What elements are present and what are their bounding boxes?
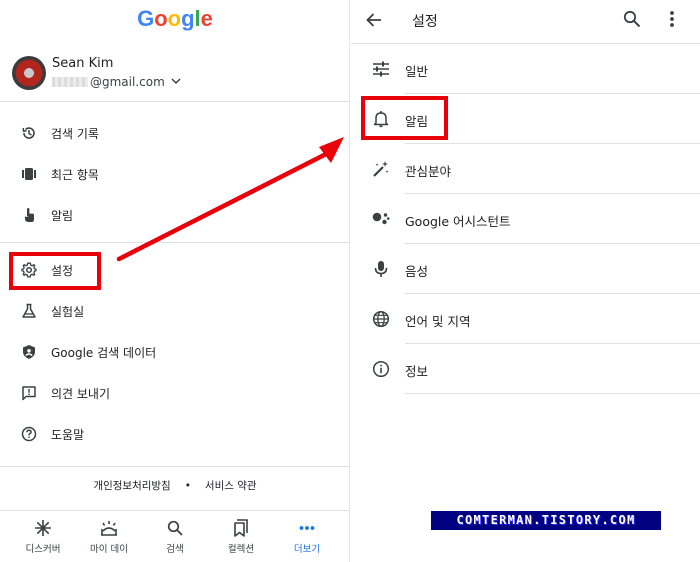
mic-icon — [371, 259, 391, 279]
globe-icon — [371, 309, 391, 329]
divider — [405, 143, 700, 144]
terms-of-service-link[interactable]: 서비스 약관 — [205, 478, 257, 493]
highlight-box-notifications — [361, 96, 448, 140]
discover-icon — [33, 518, 53, 538]
blurred-email-prefix — [52, 77, 88, 87]
account-name: Sean Kim — [52, 56, 114, 71]
nav-tab-my-day[interactable]: 마이 데이 — [76, 511, 142, 562]
divider — [405, 93, 700, 94]
page-title: 설정 — [412, 14, 438, 30]
divider — [0, 101, 350, 102]
menu-item-feedback[interactable]: 의견 보내기 — [0, 373, 350, 413]
divider — [405, 343, 700, 344]
footer-links: 개인정보처리방침 • 서비스 약관 — [0, 478, 350, 493]
help-icon — [20, 425, 38, 443]
collections-icon — [231, 518, 251, 538]
highlight-box-settings — [9, 252, 101, 290]
google-logo: Google — [137, 6, 213, 31]
settings-item-language-region[interactable]: 언어 및 지역 — [351, 295, 700, 344]
nav-tab-more[interactable]: 더보기 — [274, 511, 340, 562]
settings-item-interests[interactable]: 관심분야 — [351, 145, 700, 194]
my-day-icon — [99, 518, 119, 538]
nav-tab-search[interactable]: 검색 — [142, 511, 208, 562]
feedback-icon — [20, 384, 38, 402]
more-horiz-icon — [297, 518, 317, 538]
app-bar: 설정 — [351, 0, 700, 44]
magic-wand-icon — [371, 159, 391, 179]
nav-tab-discover[interactable]: 디스커버 — [10, 511, 76, 562]
settings-item-general[interactable]: 일반 — [351, 45, 700, 94]
back-arrow-icon[interactable] — [365, 11, 385, 31]
divider — [0, 466, 350, 467]
info-icon — [371, 359, 391, 379]
flask-icon — [20, 302, 38, 320]
settings-item-about[interactable]: 정보 — [351, 345, 700, 394]
settings-item-assistant[interactable]: Google 어시스턴트 — [351, 195, 700, 244]
menu-item-recent[interactable]: 최근 항목 — [0, 154, 350, 194]
settings-screen: 설정 일반 알림 관심분야 Google 어시스턴트 음성 언어 및 지역 정보 — [351, 0, 700, 562]
notification-hand-icon — [20, 206, 38, 224]
history-icon — [20, 124, 38, 142]
assistant-icon — [371, 209, 391, 229]
menu-item-help[interactable]: 도움말 — [0, 414, 350, 454]
search-icon — [165, 518, 185, 538]
nav-tab-collections[interactable]: 컬렉션 — [208, 511, 274, 562]
divider — [0, 242, 350, 243]
more-vert-icon[interactable] — [669, 10, 681, 30]
menu-item-history[interactable]: 검색 기록 — [0, 113, 350, 153]
tune-icon — [371, 59, 391, 79]
account-switcher[interactable]: Sean Kim @gmail.com — [12, 54, 342, 94]
footer-separator: • — [184, 480, 191, 492]
chevron-down-icon — [171, 77, 181, 88]
menu-item-labs[interactable]: 실험실 — [0, 291, 350, 331]
account-email: @gmail.com — [52, 75, 181, 89]
menu-item-search-data[interactable]: Google 검색 데이터 — [0, 332, 350, 372]
watermark: COMTERMAN.TISTORY.COM — [431, 511, 661, 530]
privacy-policy-link[interactable]: 개인정보처리방침 — [93, 478, 170, 493]
settings-item-voice[interactable]: 음성 — [351, 245, 700, 294]
recent-items-icon — [20, 165, 38, 183]
divider — [405, 243, 700, 244]
divider — [405, 393, 700, 394]
divider — [405, 293, 700, 294]
bottom-navigation: 디스커버 마이 데이 검색 컬렉션 더보기 — [0, 510, 350, 562]
menu-item-notifications[interactable]: 알림 — [0, 195, 350, 235]
search-icon[interactable] — [623, 10, 643, 30]
avatar — [12, 56, 46, 90]
shield-account-icon — [20, 343, 38, 361]
divider — [405, 193, 700, 194]
